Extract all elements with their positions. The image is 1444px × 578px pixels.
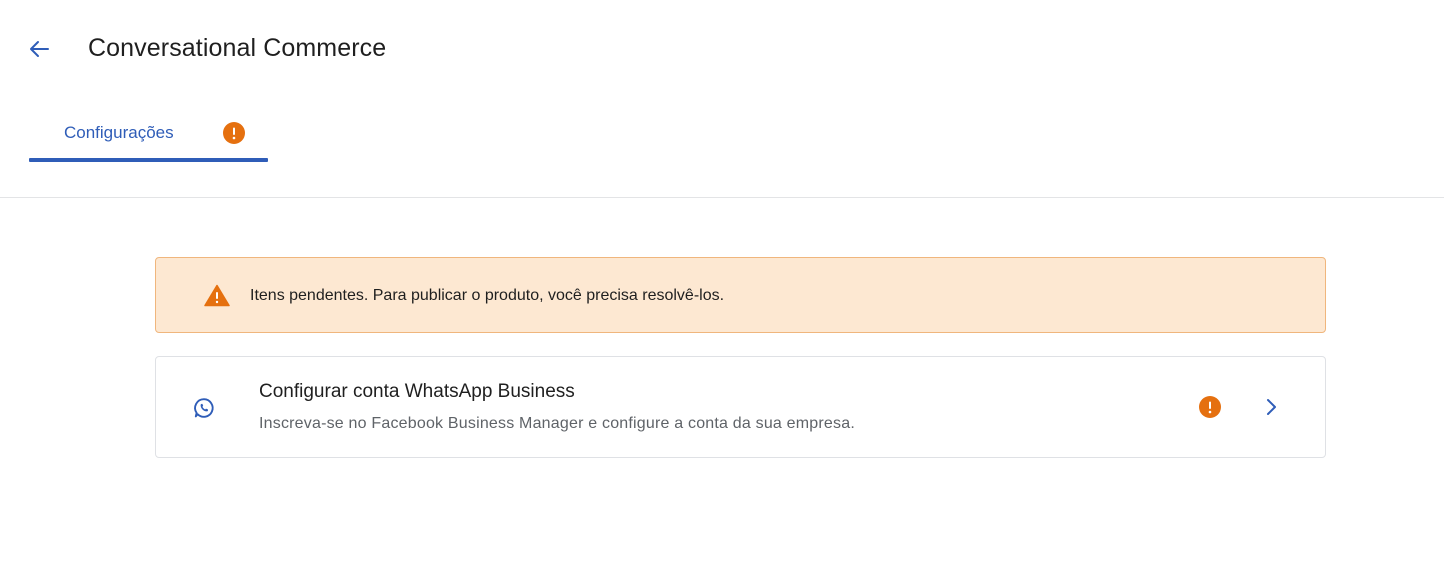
exclamation-circle-icon bbox=[223, 122, 245, 144]
warning-triangle-icon bbox=[204, 284, 230, 312]
tab-warning-badge bbox=[223, 122, 245, 144]
page-title: Conversational Commerce bbox=[88, 34, 387, 62]
page-header: Conversational Commerce Configurações bbox=[0, 0, 1444, 198]
exclamation-circle-icon bbox=[1199, 396, 1221, 418]
whatsapp-icon bbox=[192, 396, 216, 425]
chevron-right-icon[interactable] bbox=[1260, 396, 1282, 423]
alert-message: Itens pendentes. Para publicar o produto… bbox=[250, 287, 725, 304]
item-warning-badge bbox=[1199, 396, 1221, 418]
item-subtitle: Inscreva-se no Facebook Business Manager… bbox=[259, 415, 855, 432]
whatsapp-setup-item[interactable]: Configurar conta WhatsApp Business Inscr… bbox=[155, 356, 1326, 458]
tab-active-indicator bbox=[29, 158, 268, 162]
pending-items-alert: Itens pendentes. Para publicar o produto… bbox=[155, 257, 1326, 333]
back-button[interactable] bbox=[24, 34, 54, 64]
item-title: Configurar conta WhatsApp Business bbox=[259, 381, 575, 402]
arrow-left-icon bbox=[30, 41, 49, 57]
tab-configuracoes[interactable]: Configurações bbox=[29, 104, 268, 162]
tab-label: Configurações bbox=[64, 123, 174, 142]
